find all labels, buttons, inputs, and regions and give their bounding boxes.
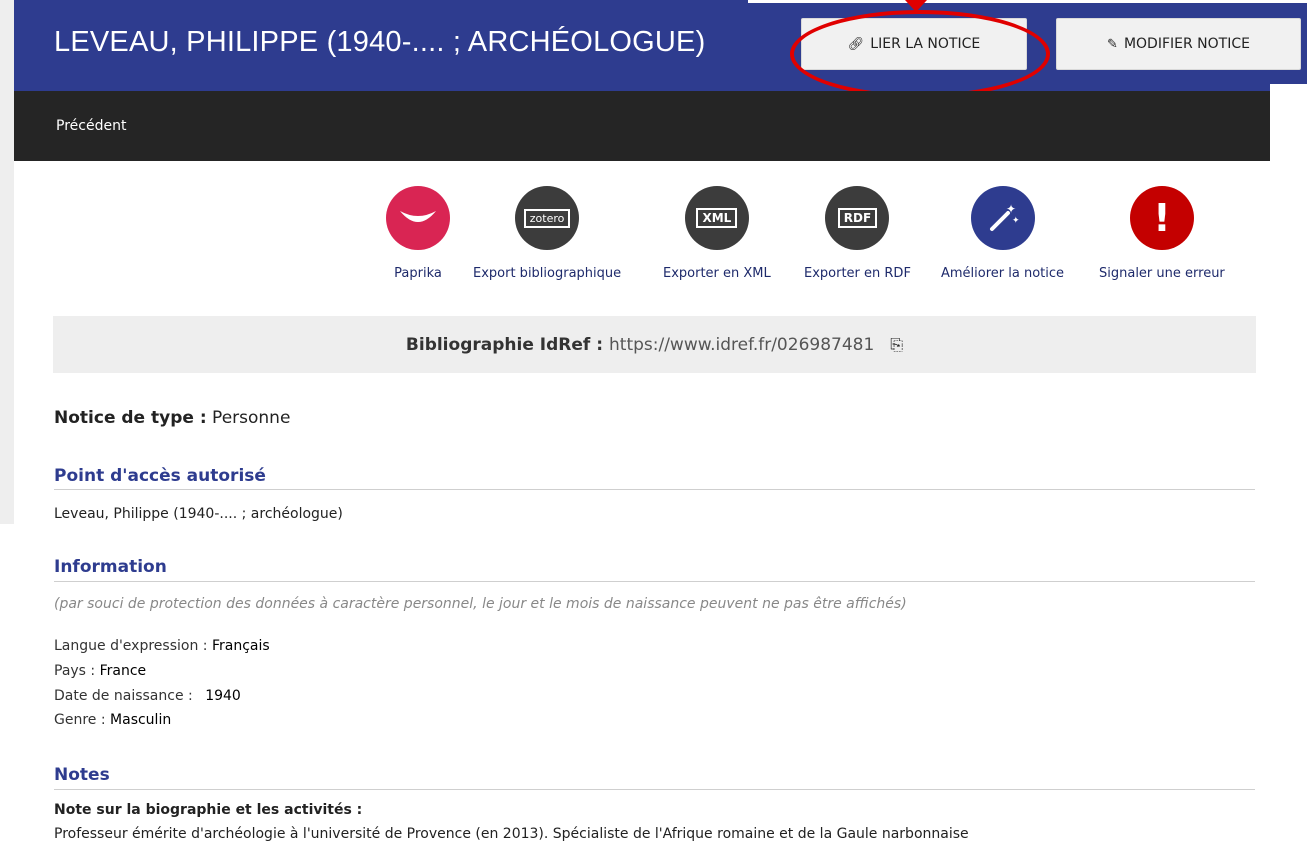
svg-text:✦: ✦ [1012,216,1020,226]
tool-export-rdf[interactable]: RDF Exporter en RDF [804,186,911,281]
privacy-note: (par souci de protection des données à c… [54,596,907,612]
biblio-banner: Bibliographie IdRef : https://www.idref.… [53,316,1256,373]
birth-date-row: Date de naissance : 1940 [54,688,241,704]
rdf-export-icon: RDF [825,186,890,250]
header-top-edge [748,0,1307,3]
tool-export-xml[interactable]: XML Exporter en XML [663,186,771,281]
tool-label: Signaler une erreur [1099,266,1225,281]
tool-label: Paprika [394,266,442,281]
nav-bar: Précédent [14,91,1270,161]
country-row: Pays : France [54,663,147,679]
magic-wand-icon: ✦ ✦ [970,186,1035,250]
bio-note-text: Professeur émérite d'archéologie à l'uni… [54,826,969,842]
edit-notice-label: MODIFIER NOTICE [1123,36,1250,52]
access-point-value: Leveau, Philippe (1940-.... ; archéologu… [54,506,343,522]
svg-text:✦: ✦ [1006,202,1016,216]
link-notice-label: LIER LA NOTICE [870,36,981,52]
link-icon: 🔗︎ [847,36,865,52]
tool-label: Exporter en XML [663,266,771,281]
copy-icon[interactable]: ⎘ [890,335,903,355]
section-title-notes: Notes [54,765,110,785]
zotero-icon: zotero [515,186,580,250]
section-title-information: Information [54,557,167,577]
annotation-arrow-tip [905,0,927,12]
pencil-icon: ✎ [1107,36,1118,52]
bio-note-label: Note sur la biographie et les activités … [54,802,363,818]
tool-label: Export bibliographique [473,266,622,281]
section-divider [54,789,1255,790]
tool-report-error[interactable]: ! Signaler une erreur [1099,186,1225,281]
biblio-url[interactable]: https://www.idref.fr/026987481 [609,335,874,355]
section-divider [54,489,1255,490]
paprika-icon [386,186,450,250]
language-row: Langue d'expression : Français [54,638,270,654]
exclamation-icon: ! [1129,186,1194,250]
tool-label: Exporter en RDF [804,266,911,281]
tool-paprika[interactable]: Paprika [386,186,450,281]
edit-notice-button[interactable]: ✎ MODIFIER NOTICE [1056,18,1301,70]
notice-type: Notice de type : Personne [54,408,291,428]
section-divider [54,581,1255,582]
tool-improve-notice[interactable]: ✦ ✦ Améliorer la notice [941,186,1064,281]
section-title-access-point: Point d'accès autorisé [54,466,266,486]
tool-label: Améliorer la notice [941,266,1065,281]
tool-export-biblio[interactable]: zotero Export bibliographique [473,186,621,281]
left-strip [0,0,14,524]
gender-row: Genre : Masculin [54,712,172,728]
xml-export-icon: XML [684,186,749,250]
link-notice-button[interactable]: 🔗︎ LIER LA NOTICE [801,18,1027,70]
biblio-label: Bibliographie IdRef : [405,334,603,355]
page-title: LEVEAU, PHILIPPE (1940-.... ; ARCHÉOLOGU… [54,26,706,58]
previous-link[interactable]: Précédent [56,118,126,134]
